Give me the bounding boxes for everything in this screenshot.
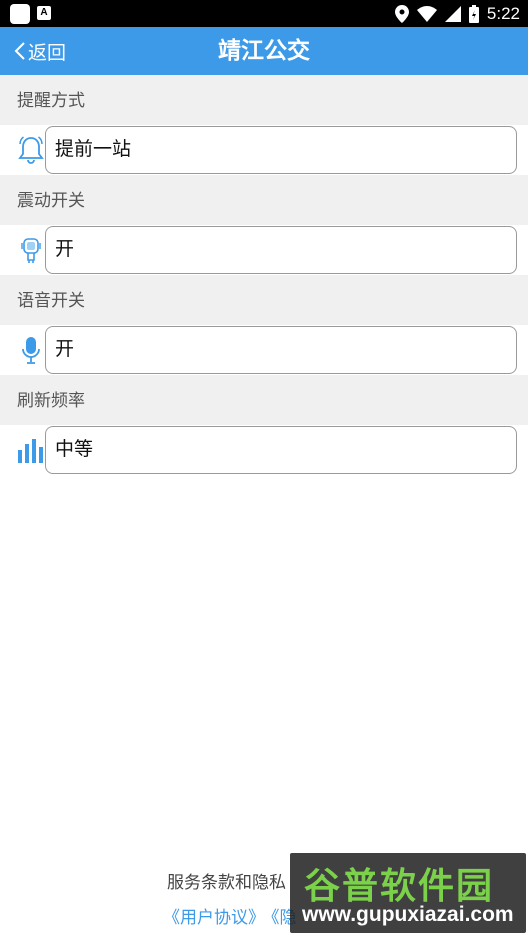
signal-bars-icon [16, 435, 46, 465]
location-icon [394, 4, 409, 23]
back-label: 返回 [28, 41, 67, 64]
terms-text: 服务条款和隐私 [167, 873, 286, 893]
page-title: 靖江公交 [218, 38, 310, 64]
footer-links: 《用户协议》 《隐 [163, 903, 303, 928]
setting-row-vibration: 开 [0, 225, 528, 275]
bell-icon [16, 135, 46, 165]
section-label-vibration: 震动开关 [0, 175, 528, 225]
setting-row-refresh: 中等 [0, 425, 528, 475]
status-bar: A 5:22 [0, 0, 528, 27]
voice-switch-field[interactable]: 开 [45, 326, 517, 374]
watermark: 谷普软件园 www.gupuxiazai.com [290, 853, 526, 933]
status-icons: 5:22 [394, 3, 520, 24]
watermark-title: 谷普软件园 [304, 866, 495, 907]
vibration-switch-field[interactable]: 开 [45, 226, 517, 274]
section-label-refresh: 刷新频率 [0, 375, 528, 425]
settings-list: 提醒方式 提前一站 震动开关 开 语音开关 开 刷新频率 中等 [0, 75, 528, 475]
app-square-icon [10, 4, 30, 24]
watermark-url: www.gupuxiazai.com [302, 903, 514, 926]
wifi-icon [416, 5, 437, 22]
refresh-rate-field[interactable]: 中等 [45, 426, 517, 474]
reminder-method-field[interactable]: 提前一站 [45, 126, 517, 174]
section-label-reminder: 提醒方式 [0, 75, 528, 125]
signal-icon [444, 5, 461, 22]
chevron-left-icon [14, 42, 25, 60]
battery-icon [468, 4, 479, 23]
vibrate-icon [16, 235, 46, 265]
a-notification-icon: A [37, 6, 51, 20]
microphone-icon [16, 335, 46, 365]
user-agreement-link[interactable]: 《用户协议》 [163, 908, 265, 928]
setting-row-voice: 开 [0, 325, 528, 375]
status-clock: 5:22 [486, 3, 520, 23]
section-label-voice: 语音开关 [0, 275, 528, 325]
title-bar: 返回 靖江公交 [0, 27, 528, 75]
back-button[interactable]: 返回 [14, 27, 66, 75]
setting-row-reminder: 提前一站 [0, 125, 528, 175]
